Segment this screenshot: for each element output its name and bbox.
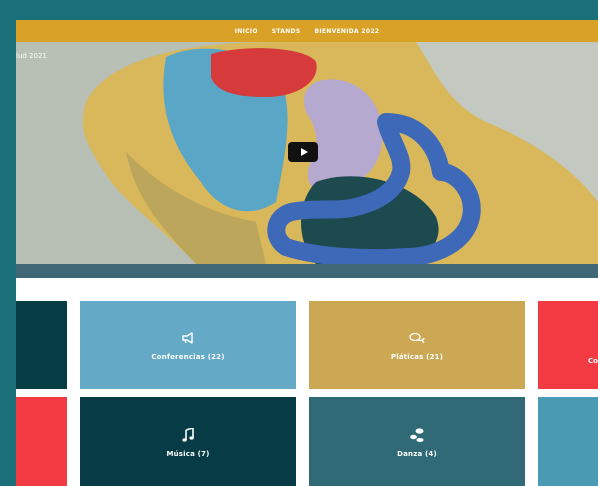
video-title: lud 2021 (16, 52, 47, 60)
category-label-danza: Danza (4) (397, 449, 437, 458)
category-label-right-partial: Co (588, 357, 598, 365)
nav-item-inicio[interactable]: INICIO (235, 28, 258, 35)
category-tile-right-partial[interactable]: Co (538, 301, 598, 389)
frame-top-border (0, 0, 598, 20)
category-label-conferencias: Conferencias (22) (151, 353, 225, 361)
category-tile-right-partial-2[interactable] (538, 397, 598, 486)
nav-item-bienvenida[interactable]: BIENVENIDA 2022 (314, 28, 379, 35)
main-navbar: INICIO STANDS BIENVENIDA 2022 (16, 20, 598, 42)
category-tile-conferencias[interactable]: Conferencias (22) (80, 301, 296, 389)
video-player[interactable]: lud 2021 (16, 42, 598, 264)
frame-left-border (0, 0, 16, 486)
category-tile-danza[interactable]: Danza (4) (309, 397, 525, 486)
page: INICIO STANDS BIENVENIDA 2022 lud 2021 C… (0, 0, 598, 486)
music-note-icon (176, 426, 200, 444)
megaphone-icon (176, 329, 200, 347)
category-tile-platicas[interactable]: Pláticas (21) (309, 301, 525, 389)
category-label-platicas: Pláticas (21) (390, 353, 444, 361)
category-tile-musica[interactable]: Música (7) (80, 397, 296, 486)
category-tile-left-partial-2[interactable] (16, 397, 67, 486)
video-controls-strip (16, 264, 598, 278)
nav-item-stands[interactable]: STANDS (272, 28, 301, 35)
category-tile-left-partial[interactable] (16, 301, 67, 389)
category-label-musica: Música (7) (166, 449, 210, 458)
chat-bubbles-icon (405, 329, 429, 347)
play-icon (300, 148, 308, 156)
play-button[interactable] (288, 142, 318, 162)
footsteps-icon (405, 426, 429, 444)
